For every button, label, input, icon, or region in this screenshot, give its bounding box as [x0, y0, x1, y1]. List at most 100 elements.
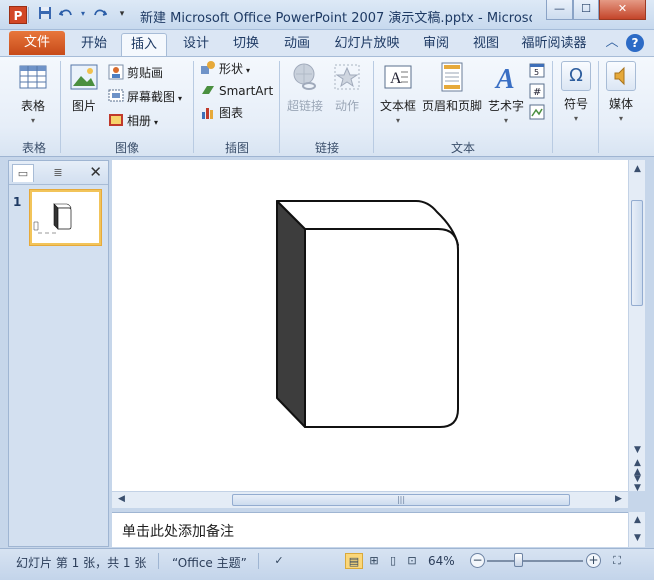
- chart-icon: [200, 104, 216, 120]
- scroll-right-icon[interactable]: ▶: [611, 492, 626, 507]
- group-label-text: 文本: [450, 141, 475, 155]
- wordart-label: 艺术字: [487, 99, 524, 113]
- chevron-down-icon: ▾: [395, 116, 400, 125]
- group-label-illustrations: 插图: [224, 141, 249, 155]
- tab-slideshow[interactable]: 幻灯片放映: [330, 33, 404, 56]
- tab-home[interactable]: 开始: [72, 33, 116, 56]
- close-icon[interactable]: ✕: [89, 163, 102, 181]
- close-button[interactable]: ✕: [599, 0, 646, 20]
- spell-check-icon[interactable]: ✓: [270, 553, 288, 569]
- cube-shape[interactable]: [112, 160, 628, 491]
- zoom-in-icon[interactable]: +: [586, 553, 601, 568]
- slide-canvas[interactable]: [112, 160, 628, 491]
- scroll-left-icon[interactable]: ◀: [114, 492, 129, 507]
- media-button[interactable]: 媒体 ▾: [602, 61, 640, 123]
- object-button[interactable]: [529, 103, 547, 123]
- scroll-down-icon[interactable]: ▼: [630, 443, 645, 458]
- album-icon: [108, 112, 124, 128]
- next-slide-icon[interactable]: ▼ ▼: [630, 475, 645, 493]
- screenshot-icon: [108, 88, 124, 104]
- chevron-down-icon: ▾: [30, 116, 35, 125]
- album-label: 相册: [127, 114, 152, 128]
- tab-view[interactable]: 视图: [464, 33, 508, 56]
- status-bar: 幻灯片 第 1 张，共 1 张 “Office 主题” ✓ ▤ ⊞ ▯ ⊡ 64…: [0, 548, 654, 580]
- redo-icon[interactable]: [92, 6, 108, 22]
- status-separator: [158, 553, 159, 569]
- table-icon: [17, 61, 49, 93]
- group-label-tables: 表格: [21, 141, 46, 155]
- chevron-down-icon: ▾: [246, 66, 251, 75]
- picture-button-label: 图片: [71, 99, 96, 113]
- textbox-button[interactable]: A 文本框 ▾: [378, 61, 418, 125]
- undo-dropdown-icon[interactable]: ▾: [75, 6, 91, 22]
- chart-button[interactable]: 图表: [200, 103, 243, 123]
- minimize-ribbon-icon[interactable]: ︿: [603, 34, 621, 52]
- table-button[interactable]: 表格 ▾: [8, 61, 58, 125]
- clipart-button[interactable]: 剪贴画: [108, 63, 163, 83]
- tab-review[interactable]: 审阅: [414, 33, 458, 56]
- scroll-up-icon[interactable]: ▲: [630, 513, 645, 528]
- zoom-slider[interactable]: [487, 560, 583, 562]
- tab-design[interactable]: 设计: [174, 33, 218, 56]
- outline-tab-icon[interactable]: ≣: [47, 164, 69, 182]
- zoom-level[interactable]: 64%: [428, 554, 455, 568]
- fit-to-window-icon[interactable]: ⛶: [608, 553, 626, 569]
- group-divider: [552, 61, 553, 153]
- normal-view-icon[interactable]: ▤: [345, 553, 363, 569]
- slides-tab-icon[interactable]: ▭: [12, 164, 34, 182]
- theme-name[interactable]: “Office 主题”: [172, 554, 247, 571]
- minimize-button[interactable]: —: [546, 0, 573, 20]
- slide-sorter-icon[interactable]: ⊞: [365, 553, 383, 569]
- screenshot-button[interactable]: 屏幕截图 ▾: [108, 87, 182, 107]
- horizontal-scrollbar[interactable]: ◀ ||| ▶: [112, 491, 628, 508]
- slide-number-button[interactable]: #: [529, 82, 547, 102]
- slide-thumbnail[interactable]: [30, 190, 101, 245]
- tab-file[interactable]: 文件: [9, 31, 65, 55]
- slide-number: 1: [13, 195, 22, 209]
- chevron-down-icon: ▾: [618, 114, 623, 123]
- album-button[interactable]: 相册 ▾: [108, 111, 158, 131]
- scroll-thumb[interactable]: |||: [232, 494, 570, 506]
- group-label-links: 链接: [314, 141, 339, 155]
- hyperlink-button[interactable]: 超链接: [284, 61, 326, 114]
- vertical-scrollbar[interactable]: ▲ ▼ ▲ ▲ ▼ ▼: [628, 160, 645, 493]
- wordart-button[interactable]: A 艺术字 ▾: [486, 61, 526, 125]
- symbol-label: 符号: [563, 97, 588, 111]
- shapes-button[interactable]: 形状 ▾: [200, 59, 250, 79]
- maximize-button[interactable]: ☐: [573, 0, 599, 20]
- ribbon-tabs: 文件 开始 插入 设计 切换 动画 幻灯片放映 审阅 视图 福昕阅读器 ︿ ?: [0, 30, 654, 56]
- symbol-button[interactable]: Ω 符号 ▾: [556, 61, 596, 123]
- date-time-button[interactable]: 5: [529, 61, 547, 81]
- header-footer-button[interactable]: 页眉和页脚: [420, 61, 484, 114]
- previous-slide-icon[interactable]: ▲ ▲: [630, 459, 645, 477]
- zoom-slider-knob[interactable]: [514, 553, 524, 567]
- shapes-label: 形状: [219, 62, 244, 76]
- tab-transitions[interactable]: 切换: [224, 33, 268, 56]
- help-icon[interactable]: ?: [626, 34, 644, 52]
- scroll-up-icon[interactable]: ▲: [630, 162, 645, 177]
- calendar-icon: 5: [529, 62, 545, 78]
- powerpoint-icon[interactable]: P: [9, 6, 27, 24]
- tab-animations[interactable]: 动画: [275, 33, 319, 56]
- smartart-button[interactable]: SmartArt: [200, 81, 273, 101]
- notes-placeholder[interactable]: 单击此处添加备注: [122, 521, 234, 541]
- customize-qat-icon[interactable]: ▾: [114, 6, 130, 22]
- scroll-down-icon[interactable]: ▼: [630, 531, 645, 546]
- zoom-out-icon[interactable]: −: [470, 553, 485, 568]
- tab-insert[interactable]: 插入: [121, 33, 167, 56]
- save-icon[interactable]: [37, 6, 53, 22]
- undo-icon[interactable]: [58, 6, 74, 22]
- tab-foxit-reader[interactable]: 福昕阅读器: [516, 33, 592, 56]
- chevron-down-icon: ▾: [573, 114, 578, 123]
- reading-view-icon[interactable]: ▯: [384, 553, 402, 569]
- notes-pane[interactable]: 单击此处添加备注: [112, 512, 628, 547]
- action-button[interactable]: 动作: [328, 61, 366, 114]
- smartart-label: SmartArt: [219, 84, 274, 98]
- ribbon: 表格 ▾ 表格 图片 剪贴画 屏幕截图 ▾ 相册 ▾ 图像 形状 ▾ SmartArt…: [0, 56, 654, 157]
- group-divider: [373, 61, 374, 153]
- picture-button[interactable]: 图片: [64, 61, 104, 114]
- slideshow-view-icon[interactable]: ⊡: [403, 553, 421, 569]
- notes-scrollbar[interactable]: ▲ ▼: [628, 512, 645, 547]
- svg-text:#: #: [533, 87, 541, 98]
- scroll-thumb[interactable]: [631, 200, 643, 306]
